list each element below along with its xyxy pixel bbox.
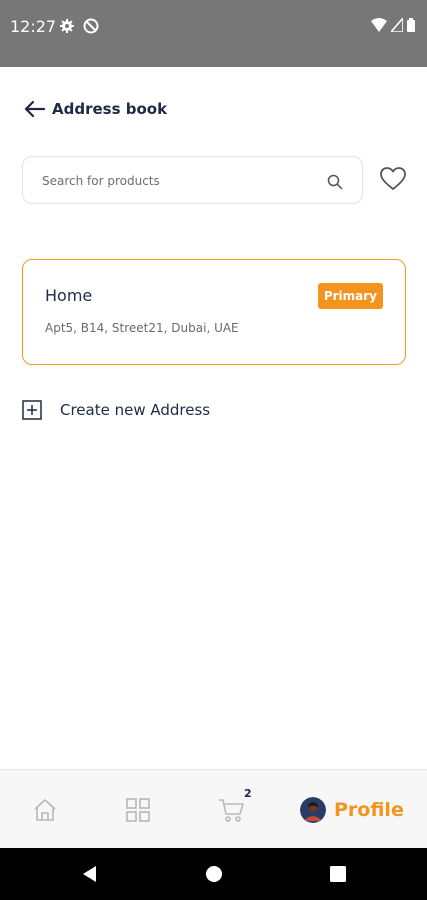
page-title: Address book xyxy=(52,100,168,118)
nav-home[interactable] xyxy=(20,770,70,849)
nav-profile[interactable]: Profile xyxy=(300,770,415,849)
create-address-label: Create new Address xyxy=(60,401,211,419)
status-time: 12:27 xyxy=(10,17,57,36)
nav-categories[interactable] xyxy=(113,770,163,849)
back-button[interactable] xyxy=(22,97,46,121)
bottom-nav: 2 Profile xyxy=(0,769,427,849)
address-card[interactable]: Home Primary Apt5, B14, Street21, Dubai,… xyxy=(22,259,406,365)
data-saver-icon xyxy=(83,18,99,34)
recents-square-icon[interactable] xyxy=(329,865,347,883)
cart-icon xyxy=(219,798,244,822)
battery-icon xyxy=(407,18,415,32)
search-input[interactable] xyxy=(40,157,314,205)
wifi-icon xyxy=(371,18,387,32)
search-bar xyxy=(22,156,363,205)
home-circle-icon[interactable] xyxy=(205,865,223,883)
back-triangle-icon[interactable] xyxy=(81,865,99,883)
create-address-button[interactable]: Create new Address xyxy=(22,397,210,423)
grid-icon xyxy=(126,797,150,822)
arrow-left-icon xyxy=(24,100,45,118)
address-name: Home xyxy=(45,286,93,305)
cart-count-badge: 2 xyxy=(244,787,252,800)
status-bar: 12:27 xyxy=(0,0,427,67)
primary-badge: Primary xyxy=(317,283,383,309)
nav-cart[interactable]: 2 xyxy=(207,770,257,849)
system-nav-bar xyxy=(0,848,427,900)
search-icon[interactable] xyxy=(327,174,343,190)
signal-icon xyxy=(391,18,403,32)
plus-square-icon xyxy=(22,400,42,420)
address-detail: Apt5, B14, Street21, Dubai, UAE xyxy=(45,321,239,335)
page-header: Address book xyxy=(22,95,167,123)
avatar xyxy=(300,796,326,823)
profile-label: Profile xyxy=(334,798,404,821)
gear-icon xyxy=(60,19,74,33)
home-icon xyxy=(34,798,56,821)
heart-icon[interactable] xyxy=(379,166,407,192)
